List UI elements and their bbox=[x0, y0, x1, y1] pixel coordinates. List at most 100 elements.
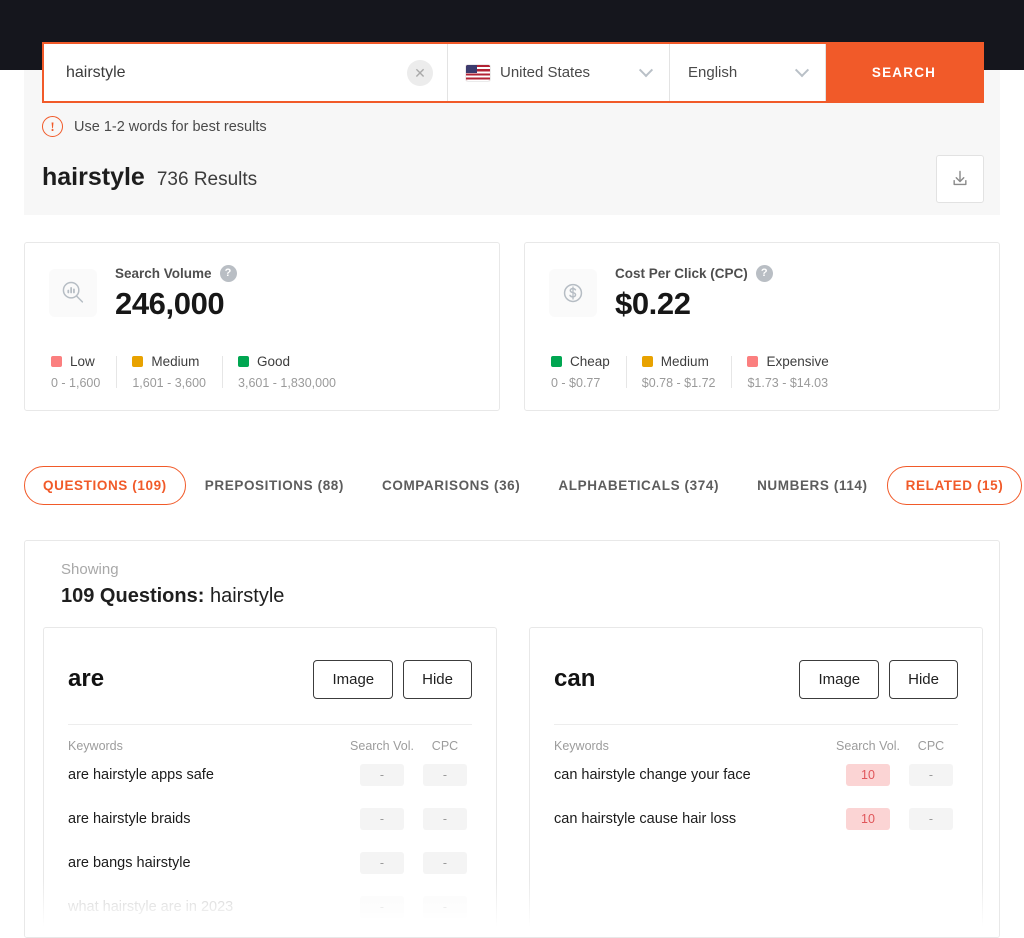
group-title: are bbox=[68, 665, 105, 692]
legend-item: Medium 1,601 - 3,600 bbox=[116, 354, 222, 390]
group-actions: Image Hide bbox=[799, 659, 958, 699]
keyword-text: are hairstyle braids bbox=[68, 811, 191, 827]
legend-swatch bbox=[238, 356, 250, 367]
alert-circle-icon: ! bbox=[42, 116, 63, 137]
legend-item: Low 0 - 1,600 bbox=[49, 354, 116, 390]
cpc-badge: - bbox=[423, 764, 467, 786]
hide-button[interactable]: Hide bbox=[403, 659, 472, 699]
column-header-cpc: CPC bbox=[431, 739, 459, 753]
legend-item: Good 3,601 - 1,830,000 bbox=[222, 354, 352, 390]
group-actions: Image Hide bbox=[313, 659, 472, 699]
search-bar: ✕ United States English SEARCH bbox=[42, 42, 984, 103]
tab-related[interactable]: RELATED (15) bbox=[886, 466, 1023, 505]
table-row[interactable]: are bangs hairstyle - - bbox=[68, 841, 472, 885]
metric-title: Cost Per Click (CPC) bbox=[615, 266, 748, 281]
metric-title-row: Search Volume ? bbox=[115, 265, 237, 282]
column-header-cpc: CPC bbox=[917, 739, 945, 753]
keyword-text: can hairstyle change your face bbox=[554, 767, 751, 783]
keyword-text: are hairstyle apps safe bbox=[68, 767, 214, 783]
showing-count: 109 Questions: bbox=[61, 585, 205, 607]
search-hint-text: Use 1-2 words for best results bbox=[74, 118, 267, 135]
showing-title: 109 Questions: hairstyle bbox=[61, 585, 284, 608]
keyword-group-card: can Image Hide Keywords Search Vol. CPC … bbox=[529, 627, 983, 937]
legend-range: 0 - $0.77 bbox=[551, 376, 601, 390]
result-count: 736 Results bbox=[156, 169, 258, 190]
table-row[interactable]: are hairstyle braids - - bbox=[68, 797, 472, 841]
search-input[interactable] bbox=[44, 44, 447, 101]
metric-value: 246,000 bbox=[115, 286, 225, 321]
language-select[interactable]: English bbox=[670, 44, 826, 101]
metric-header: Search Volume ? 246,000 bbox=[49, 265, 473, 322]
chevron-down-icon bbox=[638, 62, 654, 77]
legend-range: $1.73 - $14.03 bbox=[747, 376, 829, 390]
tab-comparisons[interactable]: COMPARISONS (36) bbox=[363, 466, 539, 505]
tab-prepositions[interactable]: PREPOSITIONS (88) bbox=[186, 466, 363, 505]
metric-title-row: Cost Per Click (CPC) ? bbox=[615, 265, 773, 282]
table-row[interactable]: can hairstyle change your face 10 - bbox=[554, 753, 958, 797]
volume-badge: - bbox=[360, 896, 404, 918]
legend-swatch bbox=[747, 356, 759, 367]
group-header: can Image Hide bbox=[554, 648, 958, 710]
cpc-badge: - bbox=[423, 808, 467, 830]
country-select[interactable]: United States bbox=[448, 44, 670, 101]
cpc-badge: - bbox=[423, 852, 467, 874]
cpc-card: Cost Per Click (CPC) ? $0.22 Cheap 0 - $… bbox=[524, 242, 1000, 411]
tab-numbers[interactable]: NUMBERS (114) bbox=[738, 466, 887, 505]
keyword-table-header: Keywords Search Vol. CPC bbox=[554, 724, 958, 753]
column-header-volume: Search Vol. bbox=[350, 739, 414, 753]
legend-label: Medium bbox=[660, 354, 709, 369]
search-button[interactable]: SEARCH bbox=[826, 44, 982, 101]
table-row[interactable]: what hairstyle are in 2023 - - bbox=[68, 885, 472, 929]
us-flag-icon bbox=[466, 64, 490, 81]
volume-badge: - bbox=[360, 852, 404, 874]
legend-label: Low bbox=[70, 354, 95, 369]
table-row[interactable]: can hairstyle cause hair loss 10 - bbox=[554, 797, 958, 841]
hide-button[interactable]: Hide bbox=[889, 659, 958, 699]
help-icon[interactable]: ? bbox=[755, 265, 773, 282]
metric-header: Cost Per Click (CPC) ? $0.22 bbox=[549, 265, 973, 322]
search-hint: ! Use 1-2 words for best results bbox=[42, 116, 267, 137]
column-header-keywords: Keywords bbox=[554, 739, 609, 753]
volume-badge: 10 bbox=[846, 808, 890, 830]
legend-swatch bbox=[641, 356, 653, 367]
legend-swatch bbox=[51, 356, 62, 367]
group-header: are Image Hide bbox=[68, 648, 472, 710]
volume-badge: 10 bbox=[846, 764, 890, 786]
search-volume-legend: Low 0 - 1,600 Medium 1,601 - 3,600 Good bbox=[49, 354, 473, 390]
legend-label: Expensive bbox=[766, 354, 829, 369]
result-tabs: QUESTIONS (109) PREPOSITIONS (88) COMPAR… bbox=[24, 466, 1023, 505]
legend-label: Medium bbox=[151, 354, 200, 369]
table-row[interactable]: are hairstyle apps safe - - bbox=[68, 753, 472, 797]
tab-questions[interactable]: QUESTIONS (109) bbox=[24, 466, 186, 505]
legend-range: 0 - 1,600 bbox=[51, 376, 101, 390]
keyword-text: are bangs hairstyle bbox=[68, 855, 191, 871]
cpc-badge: - bbox=[909, 764, 953, 786]
image-button[interactable]: Image bbox=[799, 659, 880, 699]
tab-alphabeticals[interactable]: ALPHABETICALS (374) bbox=[539, 466, 738, 505]
cpc-legend: Cheap 0 - $0.77 Medium $0.78 - $1.72 Exp… bbox=[549, 354, 973, 390]
dollar-coin-icon bbox=[549, 269, 597, 317]
legend-range: $0.78 - $1.72 bbox=[641, 376, 716, 390]
clear-search-icon[interactable]: ✕ bbox=[407, 59, 433, 86]
country-select-label: United States bbox=[500, 64, 591, 81]
metric-title: Search Volume bbox=[115, 266, 212, 281]
showing-term: hairstyle bbox=[209, 585, 285, 607]
help-icon[interactable]: ? bbox=[219, 265, 237, 282]
download-button[interactable] bbox=[936, 155, 984, 203]
legend-swatch bbox=[132, 356, 144, 367]
search-input-wrapper: ✕ bbox=[44, 44, 448, 101]
cpc-badge: - bbox=[909, 808, 953, 830]
legend-item: Cheap 0 - $0.77 bbox=[549, 354, 626, 390]
search-volume-card: Search Volume ? 246,000 Low 0 - 1,600 Me… bbox=[24, 242, 500, 411]
keyword-groups: are Image Hide Keywords Search Vol. CPC … bbox=[43, 627, 983, 937]
keyword-text: can hairstyle cause hair loss bbox=[554, 811, 737, 827]
keyword-group-card: are Image Hide Keywords Search Vol. CPC … bbox=[43, 627, 497, 937]
legend-range: 1,601 - 3,600 bbox=[132, 376, 207, 390]
search-volume-icon bbox=[49, 269, 97, 317]
legend-label: Cheap bbox=[570, 354, 610, 369]
volume-badge: - bbox=[360, 808, 404, 830]
legend-range: 3,601 - 1,830,000 bbox=[238, 376, 337, 390]
chevron-down-icon bbox=[794, 62, 810, 77]
group-title: can bbox=[554, 665, 596, 692]
image-button[interactable]: Image bbox=[313, 659, 394, 699]
